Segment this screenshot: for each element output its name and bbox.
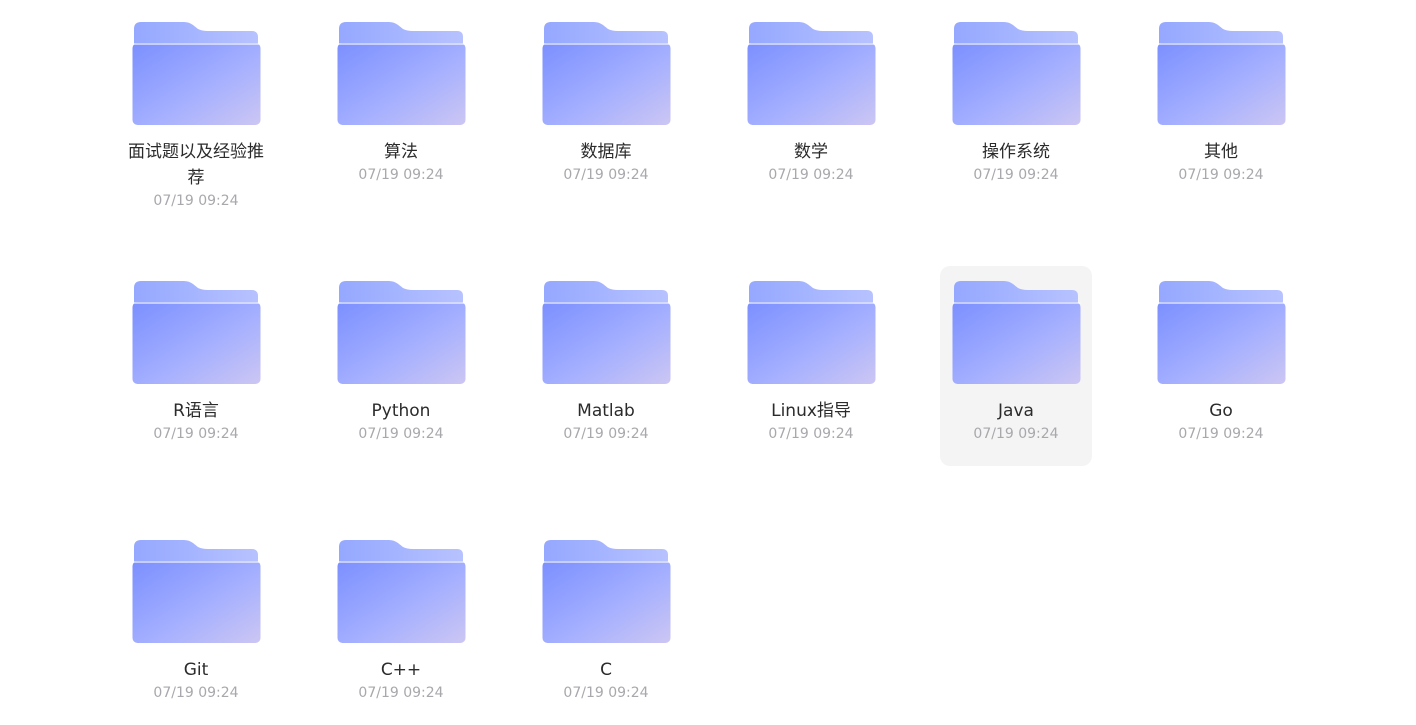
- folder-item[interactable]: Go 07/19 09:24: [1145, 266, 1297, 466]
- folder-name: 算法: [384, 142, 418, 162]
- folder-icon: [1157, 280, 1286, 386]
- folder-name: Linux指导: [771, 401, 851, 421]
- folder-item[interactable]: C++ 07/19 09:24: [325, 525, 477, 725]
- folder-icon: [542, 280, 671, 386]
- folder-name: Python: [371, 401, 431, 421]
- folder-item[interactable]: Java 07/19 09:24: [940, 266, 1092, 466]
- folder-name: Matlab: [577, 401, 635, 421]
- folder-date: 07/19 09:24: [358, 685, 444, 701]
- folder-name: Git: [183, 660, 209, 680]
- folder-item[interactable]: 操作系统 07/19 09:24: [940, 7, 1092, 207]
- folder-name: 面试题以及经验推荐: [128, 142, 264, 188]
- folder-item[interactable]: 数据库 07/19 09:24: [530, 7, 682, 207]
- folder-name: 数学: [794, 142, 828, 162]
- folder-date: 07/19 09:24: [358, 167, 444, 183]
- folder-icon: [132, 21, 261, 127]
- folder-icon: [747, 280, 876, 386]
- folder-icon: [337, 21, 466, 127]
- folder-date: 07/19 09:24: [358, 426, 444, 442]
- folder-date: 07/19 09:24: [563, 167, 649, 183]
- folder-date: 07/19 09:24: [973, 167, 1059, 183]
- folder-item[interactable]: C 07/19 09:24: [530, 525, 682, 725]
- folder-icon: [952, 280, 1081, 386]
- folder-item[interactable]: 其他 07/19 09:24: [1145, 7, 1297, 207]
- folder-icon: [132, 280, 261, 386]
- folder-date: 07/19 09:24: [768, 167, 854, 183]
- folder-date: 07/19 09:24: [153, 685, 239, 701]
- folder-icon: [952, 21, 1081, 127]
- folder-name: C: [600, 660, 612, 680]
- folder-icon: [747, 21, 876, 127]
- folder-date: 07/19 09:24: [1178, 167, 1264, 183]
- folder-item[interactable]: R语言 07/19 09:24: [120, 266, 272, 466]
- folder-name: 操作系统: [982, 142, 1050, 162]
- folder-icon: [542, 21, 671, 127]
- folder-icon: [1157, 21, 1286, 127]
- folder-item[interactable]: 数学 07/19 09:24: [735, 7, 887, 207]
- folder-date: 07/19 09:24: [563, 426, 649, 442]
- folder-name: Java: [998, 401, 1034, 421]
- folder-item[interactable]: 面试题以及经验推荐 07/19 09:24: [120, 7, 272, 209]
- folder-name: C++: [380, 660, 422, 680]
- folder-name: R语言: [173, 401, 219, 421]
- folder-grid: 面试题以及经验推荐 07/19 09:24 算法 07/19 09:24 数据库…: [0, 0, 1416, 709]
- folder-date: 07/19 09:24: [563, 685, 649, 701]
- folder-icon: [337, 539, 466, 645]
- folder-item[interactable]: Git 07/19 09:24: [120, 525, 272, 725]
- folder-name: Go: [1209, 401, 1233, 421]
- folder-name: 其他: [1204, 142, 1238, 162]
- folder-icon: [542, 539, 671, 645]
- folder-date: 07/19 09:24: [973, 426, 1059, 442]
- folder-item[interactable]: Matlab 07/19 09:24: [530, 266, 682, 466]
- folder-date: 07/19 09:24: [1178, 426, 1264, 442]
- folder-date: 07/19 09:24: [153, 426, 239, 442]
- folder-icon: [337, 280, 466, 386]
- folder-date: 07/19 09:24: [768, 426, 854, 442]
- folder-date: 07/19 09:24: [153, 193, 239, 209]
- folder-name: 数据库: [580, 142, 632, 162]
- folder-item[interactable]: Python 07/19 09:24: [325, 266, 477, 466]
- folder-icon: [132, 539, 261, 645]
- folder-item[interactable]: Linux指导 07/19 09:24: [735, 266, 887, 466]
- folder-item[interactable]: 算法 07/19 09:24: [325, 7, 477, 207]
